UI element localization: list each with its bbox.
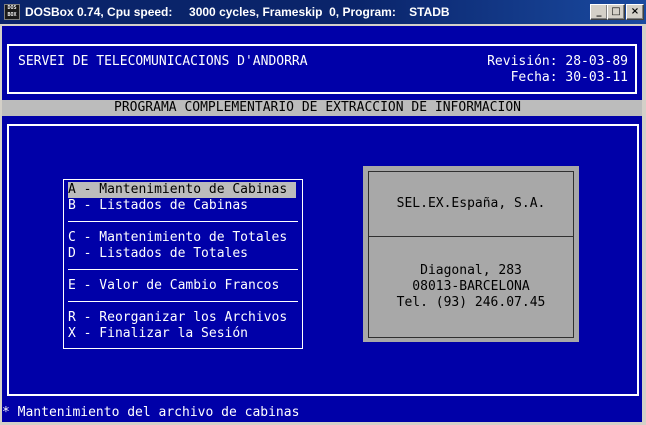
company-address-box: Diagonal, 283 08013-BARCELONA Tel. (93) … <box>368 236 574 338</box>
current-date: Fecha: 30-03-11 <box>510 70 628 85</box>
close-icon: × <box>630 6 640 17</box>
menu-separator <box>68 301 298 302</box>
revision-date: Revisión: 28-03-89 <box>487 54 628 69</box>
status-line: * Mantenimiento del archivo de cabinas <box>2 405 300 420</box>
close-button[interactable]: × <box>626 4 644 20</box>
window-titlebar[interactable]: DOS BOX DOSBox 0.74, Cpu speed: 3000 cyc… <box>0 0 646 24</box>
maximize-icon: □ <box>611 6 621 17</box>
company-info-panel: SEL.EX.España, S.A. Diagonal, 283 08013-… <box>363 166 579 342</box>
dosbox-app-icon[interactable]: DOS BOX <box>4 4 20 20</box>
minimize-button[interactable]: _ <box>590 4 608 20</box>
company-name-box: SEL.EX.España, S.A. <box>368 171 574 237</box>
menu-separator <box>68 269 298 270</box>
minimize-icon: _ <box>596 6 602 17</box>
window-title: DOSBox 0.74, Cpu speed: 3000 cycles, Fra… <box>25 5 450 19</box>
menu-item-listados-cabinas[interactable]: B - Listados de Cabinas <box>68 198 250 214</box>
dos-screen[interactable]: SERVEI DE TELECOMUNICACIONS D'ANDORRA Re… <box>2 26 642 422</box>
company-address-line2: 08013-BARCELONA <box>412 279 530 294</box>
menu-item-listados-totales[interactable]: D - Listados de Totales <box>68 246 250 262</box>
maximize-button[interactable]: □ <box>607 4 625 20</box>
menu-item-finalizar-sesion[interactable]: X - Finalizar la Sesión <box>68 326 250 342</box>
program-title: PROGRAMA COMPLEMENTARIO DE EXTRACCION DE… <box>114 100 521 115</box>
menu-separator <box>68 221 298 222</box>
program-title-bar: PROGRAMA COMPLEMENTARIO DE EXTRACCION DE… <box>2 100 642 116</box>
company-phone: Tel. (93) 246.07.45 <box>396 295 546 310</box>
company-address-line1: Diagonal, 283 <box>420 263 522 278</box>
menu-item-mantenimiento-cabinas[interactable]: A - Mantenimiento de Cabinas <box>68 182 296 198</box>
org-name: SERVEI DE TELECOMUNICACIONS D'ANDORRA <box>18 54 308 69</box>
dosbox-icon-line1: DOS <box>7 5 17 11</box>
menu-item-mantenimiento-totales[interactable]: C - Mantenimiento de Totales <box>68 230 289 246</box>
main-menu: A - Mantenimiento de Cabinas B - Listado… <box>63 179 303 349</box>
menu-item-valor-cambio-francos[interactable]: E - Valor de Cambio Francos <box>68 278 281 294</box>
company-name: SEL.EX.España, S.A. <box>396 196 546 211</box>
menu-item-reorganizar-archivos[interactable]: R - Reorganizar los Archivos <box>68 310 289 326</box>
dosbox-icon-line2: BOX <box>7 12 17 18</box>
